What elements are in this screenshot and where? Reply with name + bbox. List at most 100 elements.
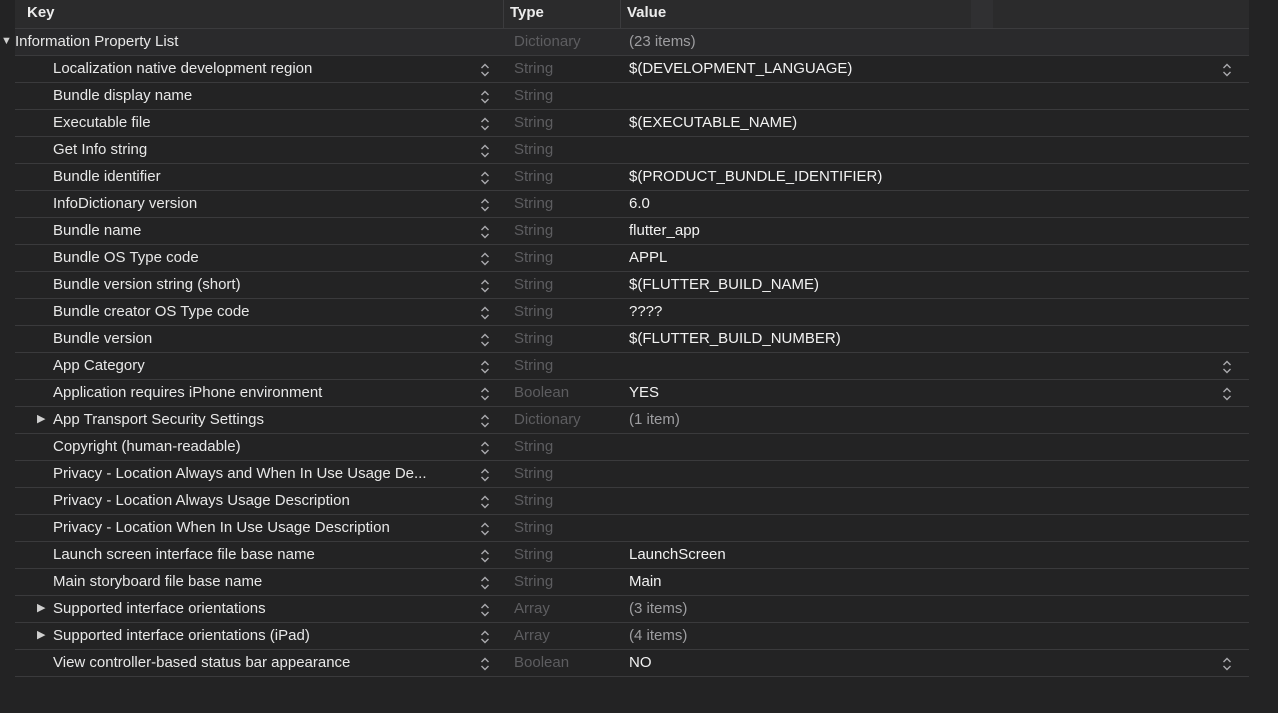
key-stepper-icon[interactable] [479,386,491,402]
row-key[interactable]: Main storyboard file base name [53,569,262,595]
table-row[interactable]: Privacy - Location When In Use Usage Des… [15,515,1249,542]
row-key[interactable]: Bundle creator OS Type code [53,299,250,325]
table-row[interactable]: Main storyboard file base name String Main [15,569,1249,596]
row-type[interactable]: String [514,245,553,271]
table-row[interactable]: Get Info string String [15,137,1249,164]
row-key[interactable]: Privacy - Location Always and When In Us… [53,461,427,487]
value-stepper-icon[interactable] [1221,62,1233,78]
table-row[interactable]: InfoDictionary version String 6.0 [15,191,1249,218]
row-type[interactable]: String [514,434,553,460]
row-type[interactable]: String [514,164,553,190]
key-stepper-icon[interactable] [479,278,491,294]
key-stepper-icon[interactable] [479,413,491,429]
key-stepper-icon[interactable] [479,224,491,240]
row-type[interactable]: String [514,515,553,541]
key-stepper-icon[interactable] [479,575,491,591]
disclosure-right-icon[interactable]: ▶ [37,407,45,433]
row-type[interactable]: String [514,488,553,514]
table-row[interactable]: Bundle creator OS Type code String???? [15,299,1249,326]
table-row[interactable]: Copyright (human-readable) String [15,434,1249,461]
row-type[interactable]: Boolean [514,380,569,406]
value-stepper-icon[interactable] [1221,656,1233,672]
row-type[interactable]: Array [514,596,550,622]
row-key[interactable]: Privacy - Location Always Usage Descript… [53,488,350,514]
row-key[interactable]: Localization native development region [53,56,312,82]
row-value[interactable]: YES [629,380,659,406]
row-type[interactable]: String [514,110,553,136]
disclosure-right-icon[interactable]: ▶ [37,596,45,622]
key-stepper-icon[interactable] [479,62,491,78]
row-type[interactable]: Dictionary [514,407,581,433]
key-stepper-icon[interactable] [479,494,491,510]
disclosure-right-icon[interactable]: ▶ [37,623,45,649]
key-stepper-icon[interactable] [479,197,491,213]
row-key[interactable]: InfoDictionary version [53,191,197,217]
row-key[interactable]: Get Info string [53,137,147,163]
key-stepper-icon[interactable] [479,305,491,321]
key-stepper-icon[interactable] [479,359,491,375]
key-stepper-icon[interactable] [479,116,491,132]
table-row[interactable]: ▶ Supported interface orientations (iPad)… [15,623,1249,650]
table-row[interactable]: Bundle version string (short) String $(FLU… [15,272,1249,299]
row-key[interactable]: Copyright (human-readable) [53,434,241,460]
row-key[interactable]: Bundle version [53,326,152,352]
row-type[interactable]: String [514,326,553,352]
table-row[interactable]: Launch screen interface file base name St… [15,542,1249,569]
row-type[interactable]: String [514,542,553,568]
column-divider[interactable] [503,0,504,28]
row-key[interactable]: Launch screen interface file base name [53,542,315,568]
key-stepper-icon[interactable] [479,656,491,672]
disclosure-down-icon[interactable]: ▼ [1,29,12,55]
row-value[interactable]: $(DEVELOPMENT_LANGUAGE) [629,56,852,82]
table-row[interactable]: View controller-based status bar appeara… [15,650,1249,677]
row-value[interactable]: Main [629,569,662,595]
key-stepper-icon[interactable] [479,548,491,564]
row-value[interactable]: $(FLUTTER_BUILD_NAME) [629,272,819,298]
row-key[interactable]: App Transport Security Settings [53,407,264,433]
table-row[interactable]: App Category String [15,353,1249,380]
header-type[interactable]: Type [510,0,544,28]
table-row[interactable]: Privacy - Location Always and When In Us… [15,461,1249,488]
key-stepper-icon[interactable] [479,251,491,267]
row-type[interactable]: String [514,137,553,163]
row-value[interactable]: $(PRODUCT_BUNDLE_IDENTIFIER) [629,164,882,190]
table-row[interactable]: Bundle name String flutter_app [15,218,1249,245]
value-stepper-icon[interactable] [1221,386,1233,402]
table-row[interactable]: Application requires iPhone environment B… [15,380,1249,407]
table-row[interactable]: ▶ App Transport Security Settings Dictiona… [15,407,1249,434]
key-stepper-icon[interactable] [479,521,491,537]
table-row[interactable]: Bundle display name String [15,83,1249,110]
row-key[interactable]: Application requires iPhone environment [53,380,322,406]
row-type[interactable]: Array [514,623,550,649]
row-value[interactable]: APPL [629,245,667,271]
row-key[interactable]: Bundle name [53,218,141,244]
key-stepper-icon[interactable] [479,143,491,159]
row-type[interactable]: String [514,56,553,82]
row-type[interactable]: String [514,191,553,217]
row-key[interactable]: Bundle identifier [53,164,161,190]
row-type[interactable]: String [514,461,553,487]
table-row[interactable]: Privacy - Location Always Usage Descript… [15,488,1249,515]
row-type[interactable]: String [514,299,553,325]
row-type[interactable]: String [514,272,553,298]
row-type[interactable]: String [514,353,553,379]
row-value[interactable]: 6.0 [629,191,650,217]
row-type[interactable]: String [514,218,553,244]
row-value[interactable]: (1 item) [629,407,680,433]
row-key[interactable]: Supported interface orientations (iPad) [53,623,310,649]
root-row[interactable]: ▼ Information Property List Dictionary (… [1,29,1249,56]
key-stepper-icon[interactable] [479,440,491,456]
value-stepper-icon[interactable] [1221,359,1233,375]
table-row[interactable]: Bundle version String $(FLUTTER_BUILD_NUMB… [15,326,1249,353]
row-key[interactable]: Bundle version string (short) [53,272,241,298]
key-stepper-icon[interactable] [479,602,491,618]
row-value[interactable]: $(EXECUTABLE_NAME) [629,110,797,136]
row-key[interactable]: Bundle OS Type code [53,245,199,271]
header-key[interactable]: Key [27,0,55,28]
key-stepper-icon[interactable] [479,170,491,186]
row-value[interactable]: (3 items) [629,596,687,622]
row-key[interactable]: View controller-based status bar appeara… [53,650,350,676]
row-type[interactable]: String [514,83,553,109]
row-value[interactable]: (4 items) [629,623,687,649]
row-key[interactable]: App Category [53,353,145,379]
